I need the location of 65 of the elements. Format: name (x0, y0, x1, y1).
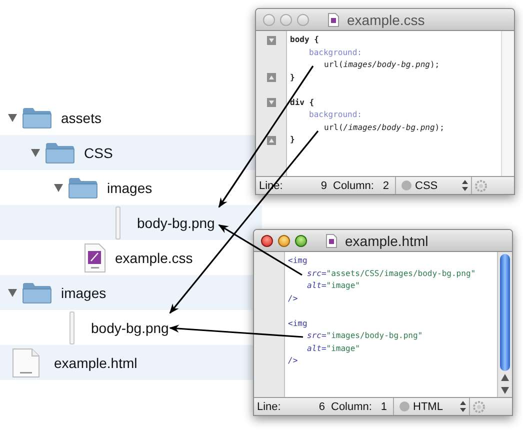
file-name[interactable]: assets (61, 110, 102, 126)
minimize-button[interactable] (278, 234, 290, 246)
code-line: background: (308, 109, 363, 121)
code-line: div { (290, 96, 316, 108)
fold-marker-icon[interactable] (266, 98, 276, 108)
code-line: /> (288, 292, 299, 304)
file-name[interactable]: CSS (84, 144, 113, 160)
folder-icon (68, 176, 98, 198)
column-number: 2 (382, 180, 389, 192)
disclosure-triangle-icon[interactable] (30, 148, 40, 156)
document-icon (326, 234, 337, 248)
fold-marker-icon[interactable] (266, 73, 276, 82)
window-title: example.css (347, 12, 425, 28)
language-selector[interactable]: CSS (415, 180, 438, 192)
code-line: body { (290, 34, 320, 46)
disclosure-triangle-icon[interactable] (8, 114, 16, 122)
window-title: example.html (345, 232, 428, 248)
file-name[interactable]: body-bg.png (137, 214, 215, 230)
folder-icon (22, 282, 52, 304)
code-line: /> (288, 355, 299, 367)
code-line: alt="image" (306, 342, 361, 355)
column-label: Column: (331, 400, 373, 412)
up-arrow-icon (501, 374, 509, 381)
code-line: src="images/body-bg.png" (306, 330, 424, 342)
scrollbar-thumb[interactable] (500, 254, 510, 371)
settings-icon[interactable] (475, 180, 487, 192)
folder-icon (22, 106, 52, 128)
html-file-icon (12, 348, 40, 378)
file-name[interactable]: images (107, 180, 152, 196)
disclosure-triangle-icon[interactable] (54, 184, 62, 192)
stepper-icon (460, 401, 466, 412)
line-label: Line: (257, 400, 282, 412)
code-line: url(images/body-bg.png); (323, 59, 441, 71)
file-name[interactable]: images (61, 284, 106, 300)
zoom-button[interactable] (295, 234, 307, 246)
line-number: 9 (320, 180, 327, 192)
column-label: Column: (333, 180, 375, 192)
file-name[interactable]: example.css (115, 250, 193, 266)
language-icon (399, 401, 410, 412)
close-button[interactable] (261, 234, 273, 246)
file-name[interactable]: body-bg.png (91, 320, 169, 336)
folder-icon (45, 142, 75, 164)
code-line: background: (308, 46, 363, 59)
stepper-icon (462, 180, 468, 191)
settings-icon[interactable] (473, 400, 485, 412)
disclosure-triangle-icon[interactable] (8, 288, 16, 296)
file-name[interactable]: example.html (54, 354, 138, 370)
code-line: } (290, 72, 296, 84)
code-line: alt="image" (306, 280, 361, 292)
minimize-button[interactable] (280, 14, 292, 26)
fold-marker-icon[interactable] (266, 36, 276, 45)
scrollbar[interactable] (497, 252, 512, 397)
column-number: 1 (380, 400, 387, 412)
code-line: url(/images/body-bg.png); (323, 122, 446, 134)
document-icon (328, 12, 339, 26)
line-number: 6 (318, 400, 325, 412)
code-line: src="assets/CSS/images/body-bg.png" (306, 268, 477, 280)
code-line: <img (288, 318, 308, 330)
down-arrow-icon (501, 387, 509, 394)
language-selector[interactable]: HTML (413, 400, 443, 412)
language-icon (401, 180, 412, 191)
css-file-icon (84, 242, 106, 272)
code-line: <img (288, 255, 308, 267)
fold-marker-icon[interactable] (266, 136, 276, 145)
code-line: } (290, 134, 296, 146)
